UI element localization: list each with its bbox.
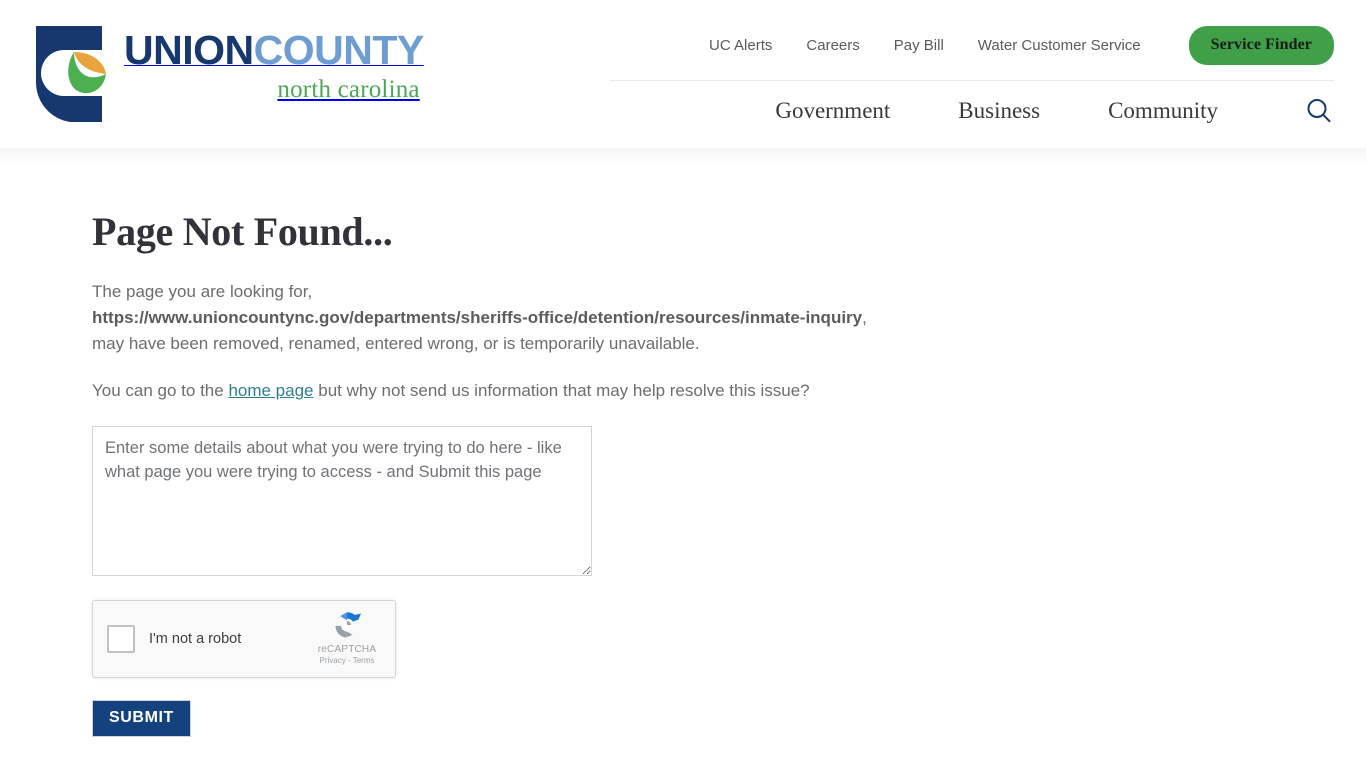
logo-wordmark: UNIONCOUNTY north carolina xyxy=(124,27,425,103)
missing-url-comma: , xyxy=(862,307,867,327)
not-found-lead: The page you are looking for, xyxy=(92,282,313,301)
recaptcha-widget[interactable]: I'm not a robot reCAPTCHA Privacy - Term… xyxy=(92,600,396,679)
submit-button[interactable]: SUBMIT xyxy=(92,700,191,738)
recaptcha-legal-links[interactable]: Privacy - Terms xyxy=(309,656,385,665)
page-title: Page Not Found... xyxy=(92,209,393,254)
site-header: UNIONCOUNTY north carolina UC Alerts Car… xyxy=(0,0,1366,148)
help-prefix: You can go to the xyxy=(92,381,229,401)
utility-nav: UC Alerts Careers Pay Bill Water Custome… xyxy=(709,26,1334,65)
search-icon[interactable] xyxy=(1304,96,1334,126)
recaptcha-label: I'm not a robot xyxy=(149,631,242,648)
home-page-link[interactable]: home page xyxy=(228,381,313,400)
recaptcha-brand-name: reCAPTCHA xyxy=(317,644,377,656)
not-found-description: The page you are looking for, https://ww… xyxy=(92,279,1152,356)
nav-item-community[interactable]: Community xyxy=(1074,98,1252,124)
main-nav: Government Business Community xyxy=(741,96,1334,126)
header-divider xyxy=(610,80,1334,81)
service-finder-button[interactable]: Service Finder xyxy=(1188,26,1334,65)
recaptcha-checkbox[interactable] xyxy=(107,625,135,654)
details-textarea[interactable] xyxy=(92,426,592,577)
help-paragraph: You can go to the home page but why not … xyxy=(92,378,1152,404)
recaptcha-branding: reCAPTCHA Privacy - Terms xyxy=(309,608,385,665)
nav-item-government[interactable]: Government xyxy=(741,98,924,124)
recaptcha-logo-icon xyxy=(335,612,362,638)
utility-link-careers[interactable]: Careers xyxy=(789,37,876,54)
site-logo[interactable]: UNIONCOUNTY north carolina xyxy=(30,20,470,130)
not-found-rest: may have been removed, renamed, entered … xyxy=(92,333,700,353)
missing-url: https://www.unioncountync.gov/department… xyxy=(92,307,863,327)
utility-link-water-customer-service[interactable]: Water Customer Service xyxy=(961,37,1158,54)
logo-word-union: UNION xyxy=(124,27,254,73)
main-content: Page Not Found... The page you are looki… xyxy=(0,148,1366,738)
help-suffix: but why not send us information that may… xyxy=(313,381,810,401)
utility-link-uc-alerts[interactable]: UC Alerts xyxy=(709,37,789,54)
union-county-shield-leaf-logo-icon xyxy=(30,22,118,127)
logo-word-county: COUNTY xyxy=(253,27,425,73)
utility-link-pay-bill[interactable]: Pay Bill xyxy=(877,37,961,54)
nav-item-business[interactable]: Business xyxy=(924,98,1074,124)
logo-tagline: north carolina xyxy=(277,76,420,103)
